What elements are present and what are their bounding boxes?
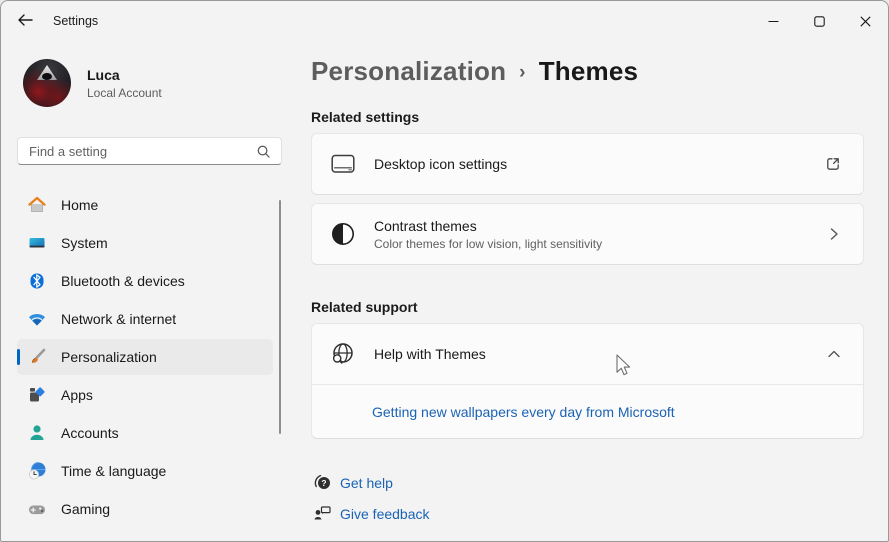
chevron-right-icon (827, 227, 841, 241)
profile-account-type: Local Account (87, 85, 162, 100)
help-with-themes-card: Help with Themes Getting new wallpapers … (311, 323, 864, 439)
network-icon (27, 309, 47, 329)
minimize-icon (768, 20, 778, 22)
contrast-icon (330, 222, 356, 246)
sidebar-item-apps[interactable]: Apps (17, 377, 273, 413)
globe-search-icon (330, 341, 356, 367)
help-with-themes-row[interactable]: Help with Themes (312, 324, 863, 384)
related-settings-heading: Related settings (311, 109, 420, 125)
desktop-settings-icon (330, 152, 356, 176)
sidebar-item-label: Apps (61, 387, 93, 403)
svg-text:?: ? (321, 478, 326, 488)
window-controls (750, 1, 888, 41)
give-feedback-link[interactable]: Give feedback (340, 506, 430, 522)
get-help-icon: ? (311, 473, 333, 492)
system-icon (27, 233, 47, 253)
avatar (23, 59, 71, 107)
get-help-link[interactable]: Get help (340, 475, 393, 491)
give-feedback-icon (311, 504, 333, 523)
page-title: Themes (538, 56, 639, 86)
footer-links: ? Get help Give feedback (311, 473, 864, 523)
back-button[interactable] (9, 5, 41, 37)
card-title: Help with Themes (374, 346, 486, 362)
apps-icon (27, 385, 47, 405)
accounts-icon (27, 423, 47, 443)
personalization-icon (27, 347, 47, 367)
sidebar-nav: Home System Bluetooth & devices Network … (1, 187, 297, 527)
sidebar: Luca Local Account Home System (1, 41, 297, 541)
window-title: Settings (53, 14, 99, 28)
sidebar-item-label: Personalization (61, 349, 157, 365)
settings-window: Settings Luca Local Account Find a setti… (0, 0, 889, 542)
sidebar-item-label: Bluetooth & devices (61, 273, 185, 289)
user-profile[interactable]: Luca Local Account (23, 59, 297, 107)
sidebar-item-label: Gaming (61, 501, 111, 517)
sidebar-item-time-language[interactable]: Time & language (17, 453, 273, 489)
sidebar-item-system[interactable]: System (17, 225, 273, 261)
external-link-icon (825, 156, 841, 172)
breadcrumb: Personalization › Themes (311, 56, 864, 87)
desktop-icon-settings-card[interactable]: Desktop icon settings (311, 133, 864, 195)
search-input[interactable] (18, 143, 256, 159)
sidebar-item-bluetooth[interactable]: Bluetooth & devices (17, 263, 273, 299)
home-icon (27, 195, 47, 215)
bluetooth-icon (27, 271, 47, 291)
contrast-themes-card[interactable]: Contrast themes Color themes for low vis… (311, 203, 864, 265)
sidebar-item-label: Network & internet (61, 311, 177, 327)
main-content: Personalization › Themes Related setting… (297, 41, 888, 541)
sidebar-item-label: Home (61, 197, 99, 213)
sidebar-item-accounts[interactable]: Accounts (17, 415, 273, 451)
selected-accent-pill (17, 349, 20, 365)
sidebar-item-home[interactable]: Home (17, 187, 273, 223)
sidebar-item-gaming[interactable]: Gaming (17, 491, 273, 527)
maximize-icon (813, 15, 825, 27)
sidebar-scrollbar[interactable] (279, 200, 281, 434)
back-arrow-icon (17, 13, 33, 30)
sidebar-item-network[interactable]: Network & internet (17, 301, 273, 337)
gaming-icon (27, 499, 47, 519)
related-support-heading: Related support (311, 299, 418, 315)
minimize-button[interactable] (750, 1, 796, 41)
sidebar-item-label: Accounts (61, 425, 119, 441)
card-subtitle: Color themes for low vision, light sensi… (374, 236, 603, 251)
close-button[interactable] (842, 1, 888, 41)
close-icon (859, 15, 871, 27)
chevron-up-icon (827, 347, 841, 361)
card-title: Contrast themes (374, 217, 477, 234)
sidebar-item-label: Time & language (61, 463, 167, 479)
profile-name: Luca (87, 66, 120, 83)
breadcrumb-parent[interactable]: Personalization (311, 56, 506, 87)
sidebar-item-personalization[interactable]: Personalization (17, 339, 273, 375)
time-language-icon (27, 461, 47, 481)
search-box[interactable] (17, 137, 282, 165)
give-feedback-row[interactable]: Give feedback (311, 504, 864, 523)
sidebar-item-label: System (61, 235, 108, 251)
wallpapers-help-link[interactable]: Getting new wallpapers every day from Mi… (372, 404, 675, 420)
card-title: Desktop icon settings (374, 156, 508, 172)
breadcrumb-separator-icon: › (519, 61, 526, 83)
maximize-button[interactable] (796, 1, 842, 41)
search-icon (256, 144, 271, 159)
titlebar: Settings (1, 1, 888, 41)
get-help-row[interactable]: ? Get help (311, 473, 864, 492)
